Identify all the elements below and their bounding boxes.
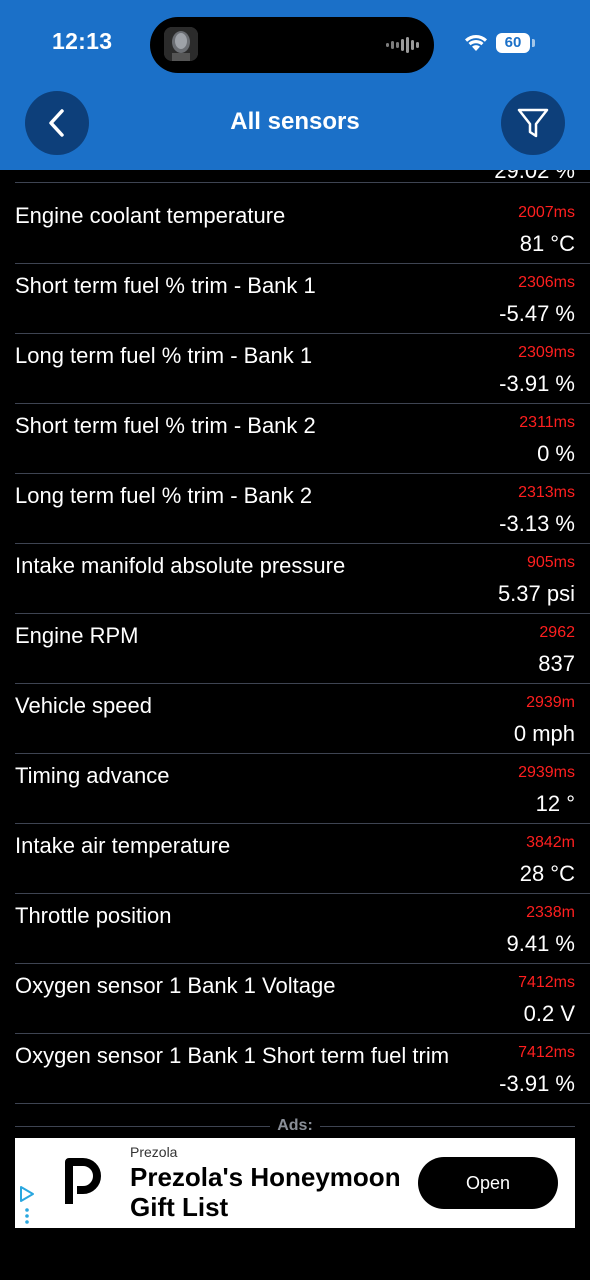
dynamic-island[interactable] <box>150 17 434 73</box>
sensor-name: Engine coolant temperature <box>15 203 286 228</box>
sensor-value: 0 mph <box>513 721 575 746</box>
sensor-value: 5.37 psi <box>497 581 575 606</box>
filter-button[interactable] <box>501 91 565 155</box>
sensor-row[interactable]: Intake air temperature 3842m 28 °C <box>0 824 590 894</box>
filter-icon <box>517 108 549 138</box>
app-header: 12:13 60 All sensors <box>0 0 590 170</box>
sensor-name: Oxygen sensor 1 Bank 1 Short term fuel t… <box>15 1043 450 1068</box>
audio-waveform-icon <box>386 37 419 53</box>
sensor-name: Throttle position <box>15 903 172 928</box>
sensor-name: Oxygen sensor 1 Bank 1 Voltage <box>15 973 336 998</box>
sensor-value: -5.47 % <box>499 301 575 326</box>
sensor-response-time: 2309ms <box>518 344 575 361</box>
row-separator <box>15 1103 590 1104</box>
ad-open-button[interactable]: Open <box>418 1157 558 1209</box>
sensor-name: Long term fuel % trim - Bank 2 <box>15 483 313 508</box>
sensor-row[interactable]: Oxygen sensor 1 Bank 1 Voltage 7412ms 0.2 … <box>0 964 590 1034</box>
sensor-row[interactable]: Long term fuel % trim - Bank 1 2309ms -3.9… <box>0 334 590 404</box>
sensor-response-time: 7412ms <box>518 1044 575 1061</box>
ads-divider: Ads: <box>0 1117 590 1137</box>
sensor-name: Timing advance <box>15 763 170 788</box>
ad-brand: Prezola <box>130 1144 178 1160</box>
back-button[interactable] <box>25 91 89 155</box>
sensor-response-time: 2962 <box>539 624 575 641</box>
sensor-value: 28 °C <box>519 861 575 886</box>
sensor-row[interactable]: Timing advance 2939ms 12 ° <box>0 754 590 824</box>
sensor-response-time: 2338m <box>526 904 575 921</box>
nav-bar: All sensors <box>0 88 590 170</box>
sensor-response-time: 905ms <box>526 554 575 571</box>
sensor-value: 12 ° <box>535 791 575 816</box>
status-time: 12:13 <box>52 28 113 54</box>
battery-icon: 60 <box>496 33 530 53</box>
sensor-response-time: 2939m <box>526 694 575 711</box>
sensor-value: -3.13 % <box>499 511 575 536</box>
status-bar: 12:13 60 <box>0 0 590 88</box>
sensor-response-time: 2007ms <box>518 204 575 221</box>
sensor-row-partial[interactable]: 29.02 % <box>0 170 590 194</box>
sensor-row[interactable]: Long term fuel % trim - Bank 2 2313ms -3.1… <box>0 474 590 544</box>
sensor-response-time: 2306ms <box>518 274 575 291</box>
sensor-value: -3.91 % <box>499 1071 575 1096</box>
sensor-row[interactable]: Short term fuel % trim - Bank 2 2311ms 0 % <box>0 404 590 474</box>
ads-divider-line-right <box>320 1126 575 1127</box>
sensor-row[interactable]: Oxygen sensor 1 Bank 1 Short term fuel t… <box>0 1034 590 1104</box>
sensor-name: Short term fuel % trim - Bank 2 <box>15 413 316 438</box>
sensor-name: Vehicle speed <box>15 693 152 718</box>
sensor-value: 837 <box>538 651 575 676</box>
sensor-name: Intake air temperature <box>15 833 231 858</box>
sensor-row[interactable]: Engine coolant temperature 2007ms 81 °C <box>0 194 590 264</box>
sensor-response-time: 2313ms <box>518 484 575 501</box>
sensor-list[interactable]: 29.02 % Engine coolant temperature 2007ms… <box>0 170 590 1105</box>
battery-tip <box>532 39 535 47</box>
chevron-left-icon <box>49 109 64 137</box>
sensor-value: 0 % <box>537 441 575 466</box>
sensor-value: 81 °C <box>519 231 575 256</box>
sensor-response-time: 3842m <box>526 834 575 851</box>
sensor-value: 0.2 V <box>523 1001 575 1026</box>
ad-choices-icon[interactable] <box>19 1186 35 1224</box>
sensor-name: Short term fuel % trim - Bank 1 <box>15 273 316 298</box>
sensor-name: Intake manifold absolute pressure <box>15 553 346 578</box>
sensor-row[interactable]: Short term fuel % trim - Bank 1 2306ms -5.… <box>0 264 590 334</box>
sensor-row[interactable]: Vehicle speed 2939m 0 mph <box>0 684 590 754</box>
now-playing-artwork-icon <box>164 27 198 61</box>
sensor-response-time: 2939ms <box>518 764 575 781</box>
ad-title[interactable]: Prezola's Honeymoon Gift List <box>130 1162 420 1222</box>
ad-banner[interactable]: Prezola Prezola's Honeymoon Gift List Op… <box>15 1138 575 1228</box>
row-separator <box>15 182 590 183</box>
sensor-name: Engine RPM <box>15 623 139 648</box>
sensor-response-time: 2311ms <box>519 414 575 431</box>
sensor-value: -3.91 % <box>499 371 575 396</box>
sensor-row[interactable]: Engine RPM 2962 837 <box>0 614 590 684</box>
sensor-response-time: 7412ms <box>518 974 575 991</box>
sensor-row[interactable]: Intake manifold absolute pressure 905ms 5.… <box>0 544 590 614</box>
prezola-logo-icon <box>65 1158 101 1204</box>
sensor-row[interactable]: Throttle position 2338m 9.41 % <box>0 894 590 964</box>
sensor-name: Long term fuel % trim - Bank 1 <box>15 343 313 368</box>
sensor-value: 9.41 % <box>506 931 576 956</box>
wifi-icon <box>465 35 487 51</box>
